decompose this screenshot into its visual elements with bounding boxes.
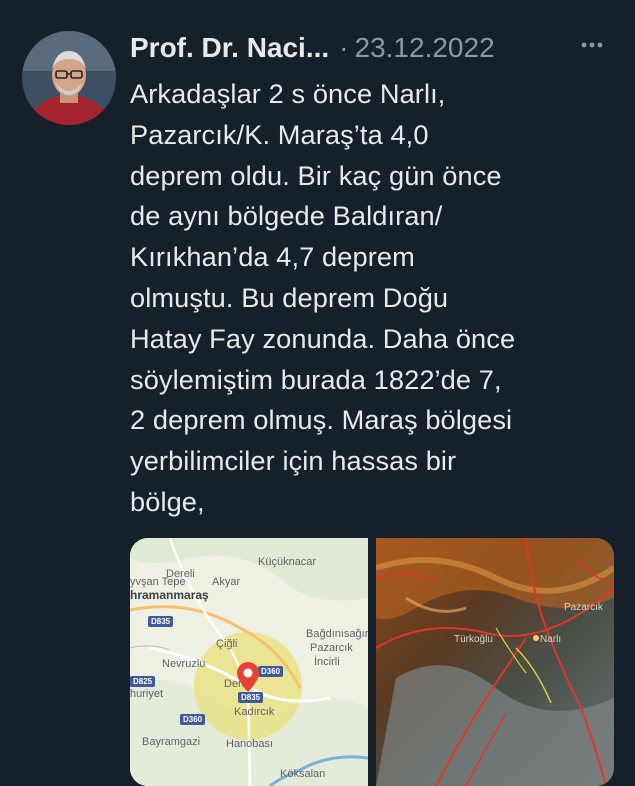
satellite-image[interactable]: Pazarcık Türkoğlu Narlı — [376, 538, 614, 786]
separator-dot: · — [339, 32, 349, 63]
map-label-kucuknacar: Küçüknacar — [258, 556, 317, 568]
map-label-kadirli: Kadırcık — [234, 706, 275, 718]
sat-label-pazarcik: Pazarcık — [564, 602, 603, 613]
map-label-hanobasi: Hanobası — [226, 738, 274, 750]
road-shield-d360-a: D360 — [258, 666, 284, 677]
sat-label-turkoglu: Türkoğlu — [454, 634, 493, 645]
sat-label-narli: Narlı — [540, 634, 562, 645]
map-label-kahramanmaras: hramanmaraş — [130, 588, 209, 602]
map-label-huriyet: huriyet — [130, 688, 164, 700]
road-shield-d835-a: D835 — [148, 616, 174, 627]
road-shield-d360-b: D360 — [180, 714, 206, 725]
map-label-bagdinisagir: Bağdınısağır — [306, 628, 368, 640]
avatar-image — [22, 31, 116, 125]
tweet-text: Arkadaşlar 2 s önce Narlı, Pazarcık/K. M… — [130, 78, 516, 517]
map-image[interactable]: Küçüknacar Dereli Akyar yvşan Tepe hrama… — [130, 538, 368, 786]
map-pin-icon — [237, 662, 259, 692]
media-grid: Küçüknacar Dereli Akyar yvşan Tepe hrama… — [130, 538, 614, 786]
avatar[interactable] — [22, 31, 116, 125]
map-label-bayramgazi: Bayramgazi — [142, 736, 201, 748]
road-shield-d825: D825 — [130, 676, 156, 687]
map-label-pazarcik: Pazarcık — [310, 642, 353, 654]
more-horizontal-icon[interactable] — [577, 30, 607, 60]
map-label-nevruzlu: Nevruzlu — [162, 658, 206, 670]
map-label-tepe: yvşan Tepe — [130, 576, 186, 588]
map-label-incirli: İncirli — [314, 656, 340, 668]
satellite-graphic — [376, 538, 614, 786]
map-label-akyar: Akyar — [212, 576, 241, 588]
road-shield-d835-b: D835 — [238, 692, 264, 703]
tweet-header: Prof. Dr. Naci... · 23.12.2022 — [130, 28, 615, 68]
tweet-date[interactable]: 23.12.2022 — [355, 32, 495, 64]
author-name[interactable]: Prof. Dr. Naci... — [130, 32, 329, 64]
map-label-koksalan: Köksalan — [280, 768, 326, 780]
map-label-cigli: Çiğli — [216, 638, 238, 650]
